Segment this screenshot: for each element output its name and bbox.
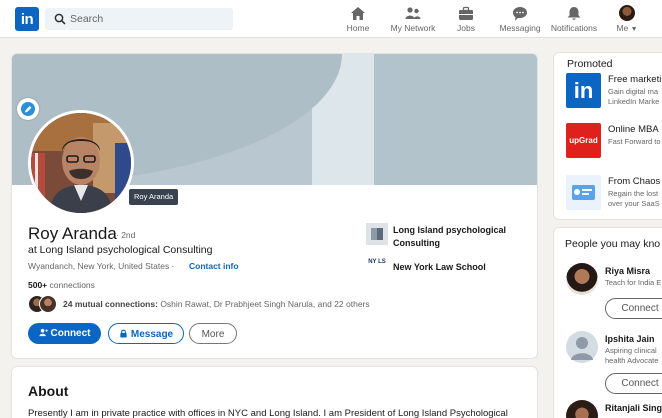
person-silhouette-icon [571, 337, 593, 360]
mutual-count: 24 mutual connections: [63, 299, 158, 309]
nav-messaging-label: Messaging [499, 23, 541, 33]
connection-degree: · 2nd [116, 230, 136, 240]
nav-me-label-row: Me ▼ [612, 23, 642, 33]
nav-me-label: Me [616, 23, 629, 33]
linkedin-logo[interactable]: in [15, 7, 39, 31]
profile-photo-illustration [31, 113, 131, 213]
nav-notifications[interactable]: Notifications [549, 4, 599, 36]
nav-my-network[interactable]: My Network [386, 4, 440, 36]
ad-title: From Chaos t [608, 176, 662, 187]
about-card: About Presently I am in private practice… [11, 366, 538, 418]
network-icon [405, 7, 421, 19]
nav-messaging[interactable]: Messaging [499, 4, 541, 36]
person-name[interactable]: Ipshita Jain [605, 334, 655, 344]
profile-card: Roy Aranda Roy Aranda · 2nd at Long Isla… [11, 53, 538, 359]
profile-name: Roy Aranda [28, 224, 117, 243]
ad-desc-line: Gain digital ma [608, 87, 659, 96]
person-avatar[interactable] [566, 263, 598, 295]
person-avatar[interactable] [566, 400, 598, 418]
experience-line2: Consulting [393, 238, 440, 248]
nav-jobs[interactable]: Jobs [454, 4, 478, 36]
home-icon [351, 7, 365, 20]
education-name: New York Law School [393, 262, 486, 272]
connect-button[interactable]: Connect [28, 323, 101, 344]
promoted-title: Promoted [567, 58, 613, 70]
me-avatar[interactable] [619, 5, 635, 21]
profile-location: Wyandanch, New York, United States · [28, 261, 175, 271]
nav-jobs-label: Jobs [457, 23, 475, 33]
chevron-down-icon: ▼ [630, 26, 638, 33]
person-name[interactable]: Ritanjali Sing [605, 403, 662, 413]
person-connect-button[interactable]: Connect [605, 298, 662, 319]
nav-home[interactable]: Home [343, 4, 373, 36]
edit-badge[interactable] [17, 98, 39, 120]
connections-label: connections [49, 280, 95, 290]
about-text: Presently I am in private practice with … [28, 408, 508, 418]
pymk-title: People you may kno [565, 238, 661, 250]
profile-photo-image [31, 113, 131, 213]
ad-description: Gain digital ma LinkedIn Marke [608, 87, 659, 107]
bell-icon [567, 7, 581, 20]
ad-title: Online MBA [608, 124, 659, 135]
photo-tooltip: Roy Aranda [129, 189, 179, 205]
search-icon [54, 13, 66, 25]
school-logo: NY LS [366, 256, 388, 278]
ad-desc-line: over your SaaS [608, 199, 660, 208]
profile-headline: at Long Island psychological Consulting [28, 244, 213, 256]
person-name[interactable]: Riya Misra [605, 266, 650, 276]
ad-desc-line: Regain the lost [608, 189, 659, 198]
experience-name: Long Island psychological Consulting [393, 224, 506, 250]
ad-description: Regain the lost over your SaaS [608, 189, 660, 209]
mutual-avatars [28, 295, 58, 313]
nav-my-network-label: My Network [390, 23, 436, 33]
more-button-label: More [201, 329, 225, 340]
nav-home-label: Home [346, 23, 370, 33]
connections-number: 500+ [28, 280, 48, 290]
mutual-names: Oshin Rawat, Dr Prabhjeet Singh Narula, … [160, 299, 370, 309]
connect-button-label: Connect [50, 328, 91, 339]
briefcase-icon [459, 6, 473, 20]
promoted-card: Promoted in Free marketing Gain digital … [553, 52, 662, 220]
school-logo-text: NY LS [368, 259, 386, 265]
nav-notifications-label: Notifications [550, 23, 598, 33]
mutual-avatar [39, 295, 57, 313]
saas-ad-logo [566, 175, 601, 210]
top-nav: in Home My Network Jobs Messaging Notifi… [0, 0, 662, 38]
people-you-may-know-card: People you may kno Riya Misra Teach for … [553, 227, 662, 418]
person-headline-line: Aspiring clinical [605, 346, 657, 355]
ad-desc-line: LinkedIn Marke [608, 97, 660, 106]
message-button-label: Message [130, 329, 174, 340]
add-person-icon [38, 328, 48, 337]
upgrad-ad-logo: upGrad [566, 123, 601, 158]
banner-shape-right [374, 54, 537, 185]
person-connect-button[interactable]: Connect [605, 373, 662, 394]
ad-description: Fast Forward to [608, 137, 661, 146]
profile-photo[interactable] [28, 110, 134, 216]
message-button[interactable]: Message [108, 323, 184, 344]
person-avatar-placeholder[interactable] [566, 331, 598, 363]
ad-title: Free marketing [608, 74, 662, 85]
lock-icon [120, 329, 127, 338]
contact-info-link[interactable]: Contact info [189, 261, 239, 271]
about-title: About [28, 383, 69, 399]
search-bar[interactable] [45, 8, 233, 30]
person-headline: Aspiring clinical health Advocate [605, 346, 658, 366]
nav-me[interactable]: Me ▼ [612, 4, 642, 36]
search-input[interactable] [70, 8, 230, 30]
person-headline-line: health Advocate [605, 356, 659, 365]
pencil-icon [21, 102, 35, 116]
more-button[interactable]: More [189, 323, 237, 344]
experience-line1: Long Island psychological [393, 225, 507, 235]
upgrad-ad-logo-text: upGrad [569, 136, 598, 145]
linkedin-ad-logo: in [566, 73, 601, 108]
company-logo-icon [366, 223, 388, 245]
person-headline: Teach for India E [605, 278, 662, 287]
linkedin-ad-logo-text: in [573, 78, 594, 103]
connections-count[interactable]: 500+ connections [28, 280, 95, 290]
messaging-icon [513, 7, 527, 21]
mutual-connections-link[interactable]: 24 mutual connections: Oshin Rawat, Dr P… [63, 299, 370, 309]
